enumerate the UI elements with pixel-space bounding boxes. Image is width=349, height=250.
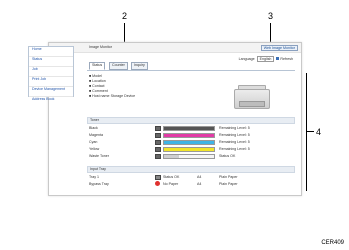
language-select[interactable]: English [256,56,275,62]
waste-toner-status: Status OK [219,154,236,158]
info-location: ■ Location [89,79,106,83]
leader-line-4 [306,131,314,132]
toner-section-title: Toner [87,117,295,124]
toner-status: Remaining Level: 5 [219,126,250,130]
toner-icon [155,154,161,159]
callout-2: 2 [122,11,128,21]
menu-item-job[interactable]: Job [29,67,73,77]
callout-3: 3 [268,11,274,21]
toner-row-label: Cyan [89,140,98,144]
web-image-monitor-button[interactable]: Web Image Monitor [260,45,298,51]
tray-section-title: Input Tray [87,166,295,173]
language-bar: Language English Refresh [239,56,293,62]
tab-panel-border [87,70,295,71]
tray-icon [155,175,161,180]
menu-item-home[interactable]: Home [29,47,73,57]
window-title: Image Monitor [89,45,112,49]
toner-icon [155,126,161,131]
callout-4: 4 [316,127,322,137]
tray-row-label: Tray 1 [89,175,100,179]
tray-paper: Plain Paper [219,182,238,186]
toner-icon [155,140,161,145]
info-model: ■ Model [89,74,102,78]
tab-counter[interactable]: Counter [109,62,128,70]
info-contact: ■ Contact [89,84,105,88]
toner-icon [155,133,161,138]
menu-item-status[interactable]: Status [29,57,73,67]
tray-size: A4 [197,182,202,186]
toner-row-label: Magenta [89,133,103,137]
toner-bar-black [163,126,215,131]
warning-icon [155,181,160,186]
tab-status[interactable]: Status [89,62,106,70]
refresh-icon[interactable] [276,57,280,60]
left-menu: Home Status Job Print Job Device Managem… [28,46,74,101]
toner-bar-cyan [163,140,215,145]
toner-status: Remaining Level: 5 [219,140,250,144]
toner-bar-yellow [163,147,215,152]
refresh-button[interactable]: Refresh [280,57,293,61]
waste-toner-bar [163,154,215,159]
info-host-name: ■ Host name Storage Device [89,94,136,98]
info-comment: ■ Comment [89,89,108,93]
tray-row-label: Bypass Tray [89,182,109,186]
toner-status: Remaining Level: 5 [219,133,250,137]
web-image-monitor-window: Image Monitor Web Image Monitor Home Sta… [28,42,302,196]
window-top-bar: Image Monitor Web Image Monitor [49,43,301,53]
menu-item-device-management[interactable]: Device Management [29,87,73,97]
toner-row-label: Black [89,126,98,130]
leader-line-3 [270,23,271,43]
toner-bar-magenta [163,133,215,138]
figure-id: CER409 [321,240,344,246]
tray-paper: Plain Paper [219,175,238,179]
tray-status: No Paper [163,182,179,186]
tray-status: Status OK [163,175,180,179]
menu-item-print-job[interactable]: Print Job [29,77,73,87]
menu-item-address-book[interactable]: Address Book [29,97,73,106]
tab-inquiry[interactable]: Inquiry [131,62,148,70]
toner-icon [155,147,161,152]
printer-image [234,83,270,109]
toner-row-label: Waste Toner [89,154,109,158]
leader-bracket-4 [306,73,307,191]
tray-size: A4 [197,175,202,179]
toner-row-label: Yellow [89,147,100,151]
main-content: Language English Refresh Status Counter … [87,55,295,191]
language-label: Language [238,57,255,61]
toner-status: Remaining Level: 5 [219,147,250,151]
